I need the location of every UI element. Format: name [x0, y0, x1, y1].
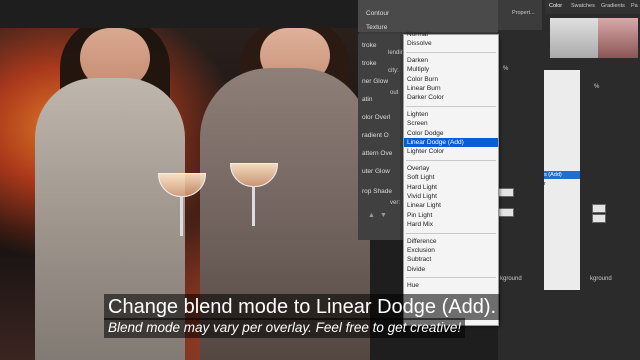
tab-gradients[interactable]: Gradients — [601, 3, 625, 9]
blend-option-dissolve[interactable]: Dissolve — [404, 39, 498, 48]
blend-option-hue[interactable]: Hue — [404, 281, 498, 290]
blend-separator — [406, 105, 496, 107]
layer-style-header: Contour Texture — [358, 0, 498, 32]
fill-slider[interactable] — [498, 208, 514, 217]
blend-separator — [406, 51, 496, 53]
blend-option-lighter-color[interactable]: Lighter Color — [404, 147, 498, 156]
color-swatch[interactable] — [598, 18, 638, 58]
caption-main: Change blend mode to Linear Dodge (Add). — [104, 294, 501, 320]
percent-label-2: % — [594, 84, 600, 90]
blend-option-color-burn[interactable]: Color Burn — [404, 75, 498, 84]
move-up-icon[interactable]: ▲ — [368, 212, 375, 219]
layers-blend-list — [544, 70, 580, 290]
glass-stem-right — [252, 186, 255, 226]
tab-swatches[interactable]: Swatches — [571, 3, 595, 9]
background-layer-fragment-2[interactable]: kground — [590, 276, 612, 282]
ls-item-inner-glow[interactable]: ner Glow — [362, 74, 398, 90]
blend-option-darken[interactable]: Darken — [404, 56, 498, 65]
blend-option-normal[interactable]: Normal — [404, 30, 498, 39]
background-layer-fragment[interactable]: kground — [500, 276, 522, 282]
blend-option-color-dodge[interactable]: Color Dodge — [404, 129, 498, 138]
blend-separator — [406, 277, 496, 279]
caption-sub: Blend mode may vary per overlay. Feel fr… — [104, 318, 466, 338]
percent-label: % — [503, 66, 509, 72]
move-down-icon[interactable]: ▼ — [380, 212, 387, 219]
color-tab-bar: Color Swatches Gradients Pa — [545, 0, 640, 14]
opacity-field[interactable] — [592, 204, 606, 213]
layers-blend-selected[interactable]: s (Add) — [544, 171, 580, 179]
properties-tab-bar: Propert... — [498, 0, 542, 30]
blend-option-hard-light[interactable]: Hard Light — [404, 183, 498, 192]
opacity-slider[interactable] — [498, 188, 514, 197]
tab-patterns[interactable]: Pa — [631, 3, 638, 9]
blend-option-hard-mix[interactable]: Hard Mix — [404, 220, 498, 229]
blend-option-lighten[interactable]: Lighten — [404, 110, 498, 119]
blend-option-vivid-light[interactable]: Vivid Light — [404, 192, 498, 201]
blend-separator — [406, 159, 496, 161]
ls-header-contour[interactable]: Contour — [366, 10, 389, 17]
layers-blend-item[interactable]: r — [544, 181, 546, 187]
ls-item-gradient-overlay[interactable]: radient O — [362, 128, 398, 144]
tab-properties[interactable]: Propert... — [512, 10, 535, 16]
glass-stem-left — [180, 196, 183, 236]
blend-option-linear-burn[interactable]: Linear Burn — [404, 84, 498, 93]
ls-header-texture[interactable]: Texture — [366, 24, 387, 31]
ls-item-pattern-overlay[interactable]: attern Ove — [362, 146, 398, 162]
layer-style-list: troke troke ner Glow atin olor Overl rad… — [358, 34, 400, 240]
layer-label-fragment: ver: — [390, 200, 401, 206]
blend-option-linear-dodge-add[interactable]: Linear Dodge (Add) — [404, 138, 498, 147]
ls-item-color-overlay[interactable]: olor Overl — [362, 110, 398, 126]
ls-item-outer-glow[interactable]: uter Glow — [362, 164, 398, 180]
tab-color[interactable]: Color — [549, 3, 562, 9]
opacity-label-fragment: city: — [388, 68, 399, 74]
blending-label-fragment: lendir — [388, 50, 403, 56]
blend-option-linear-light[interactable]: Linear Light — [404, 201, 498, 210]
blend-option-overlay[interactable]: Overlay — [404, 164, 498, 173]
knockout-label-fragment: out — [390, 90, 399, 96]
blend-option-multiply[interactable]: Multiply — [404, 65, 498, 74]
blend-mode-dropdown[interactable]: Normal Dissolve Darken Multiply Color Burn Li… — [403, 31, 499, 326]
ls-item-drop-shadow[interactable]: rop Shade — [362, 184, 398, 200]
blend-option-divide[interactable]: Divide — [404, 265, 498, 274]
blend-option-pin-light[interactable]: Pin Light — [404, 211, 498, 220]
blend-option-soft-light[interactable]: Soft Light — [404, 173, 498, 182]
blend-option-screen[interactable]: Screen — [404, 119, 498, 128]
blend-option-difference[interactable]: Difference — [404, 237, 498, 246]
blend-option-darker-color[interactable]: Darker Color — [404, 93, 498, 102]
fill-field[interactable] — [592, 214, 606, 223]
blend-separator — [406, 232, 496, 234]
blend-option-subtract[interactable]: Subtract — [404, 255, 498, 264]
blend-option-exclusion[interactable]: Exclusion — [404, 246, 498, 255]
